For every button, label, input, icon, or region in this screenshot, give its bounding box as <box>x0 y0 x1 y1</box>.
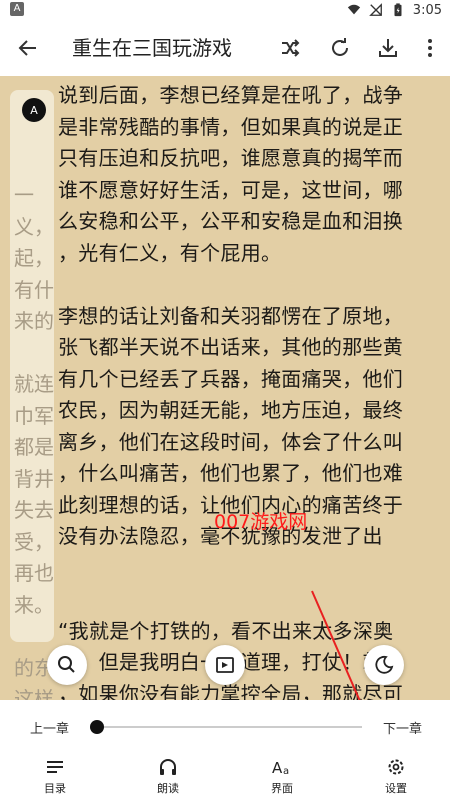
top-toolbar: 重生在三国玩游戏 <box>0 20 450 76</box>
nav-item-catalog[interactable]: 目录 <box>25 752 85 798</box>
nav-label-catalog: 目录 <box>44 782 66 795</box>
search-button[interactable] <box>47 645 87 685</box>
chapter-progress-panel: 上一章 下一章 <box>0 700 450 754</box>
gear-icon <box>388 759 404 775</box>
nav-label-settings: 设置 <box>385 782 407 795</box>
status-bar: A 3:05 <box>0 0 450 20</box>
progress-thumb[interactable] <box>90 720 104 734</box>
nav-item-settings[interactable]: 设置 <box>366 752 426 798</box>
download-icon[interactable] <box>374 34 402 62</box>
prev-chapter-button[interactable]: 上一章 <box>30 718 69 737</box>
battery-icon <box>394 3 402 17</box>
svg-text:a: a <box>283 766 289 777</box>
svg-text:A: A <box>272 759 283 777</box>
nav-item-read-aloud[interactable]: 朗读 <box>138 752 198 798</box>
status-time: 3:05 <box>412 2 442 18</box>
font-aa-icon: A a <box>272 759 289 777</box>
more-vertical-icon[interactable] <box>416 34 444 62</box>
page-title: 重生在三国玩游戏 <box>72 36 232 60</box>
list-icon <box>47 761 63 773</box>
nav-label-interface: 界面 <box>271 782 293 795</box>
search-icon <box>58 656 75 673</box>
annotation-arrow <box>311 590 361 700</box>
reading-area[interactable]: 一义， 起， 有什 来的 就连 巾军 都是 背井 失去 受， 再也 来。 的东 这样 说到后面，李想已… <box>0 76 450 700</box>
wifi-icon <box>347 4 360 15</box>
next-chapter-button[interactable]: 下一章 <box>383 718 422 737</box>
refresh-icon[interactable] <box>326 34 354 62</box>
auto-scroll-icon <box>216 657 234 673</box>
back-arrow-icon[interactable] <box>14 34 42 62</box>
progress-track[interactable] <box>96 726 362 728</box>
nav-item-interface[interactable]: A a 界面 <box>252 752 312 798</box>
app-notification-icon: A <box>10 2 24 16</box>
status-icons: 3:05 <box>347 0 442 20</box>
nav-label-read-aloud: 朗读 <box>157 782 179 795</box>
shuffle-icon[interactable] <box>276 34 304 62</box>
night-mode-icon <box>375 655 394 674</box>
auto-scroll-button[interactable] <box>205 645 245 685</box>
no-signal-icon <box>368 3 382 16</box>
night-mode-button[interactable] <box>364 645 404 685</box>
bottom-nav: 目录 朗读 A a 界面 设置 <box>0 748 450 802</box>
headphones-icon <box>160 759 176 775</box>
